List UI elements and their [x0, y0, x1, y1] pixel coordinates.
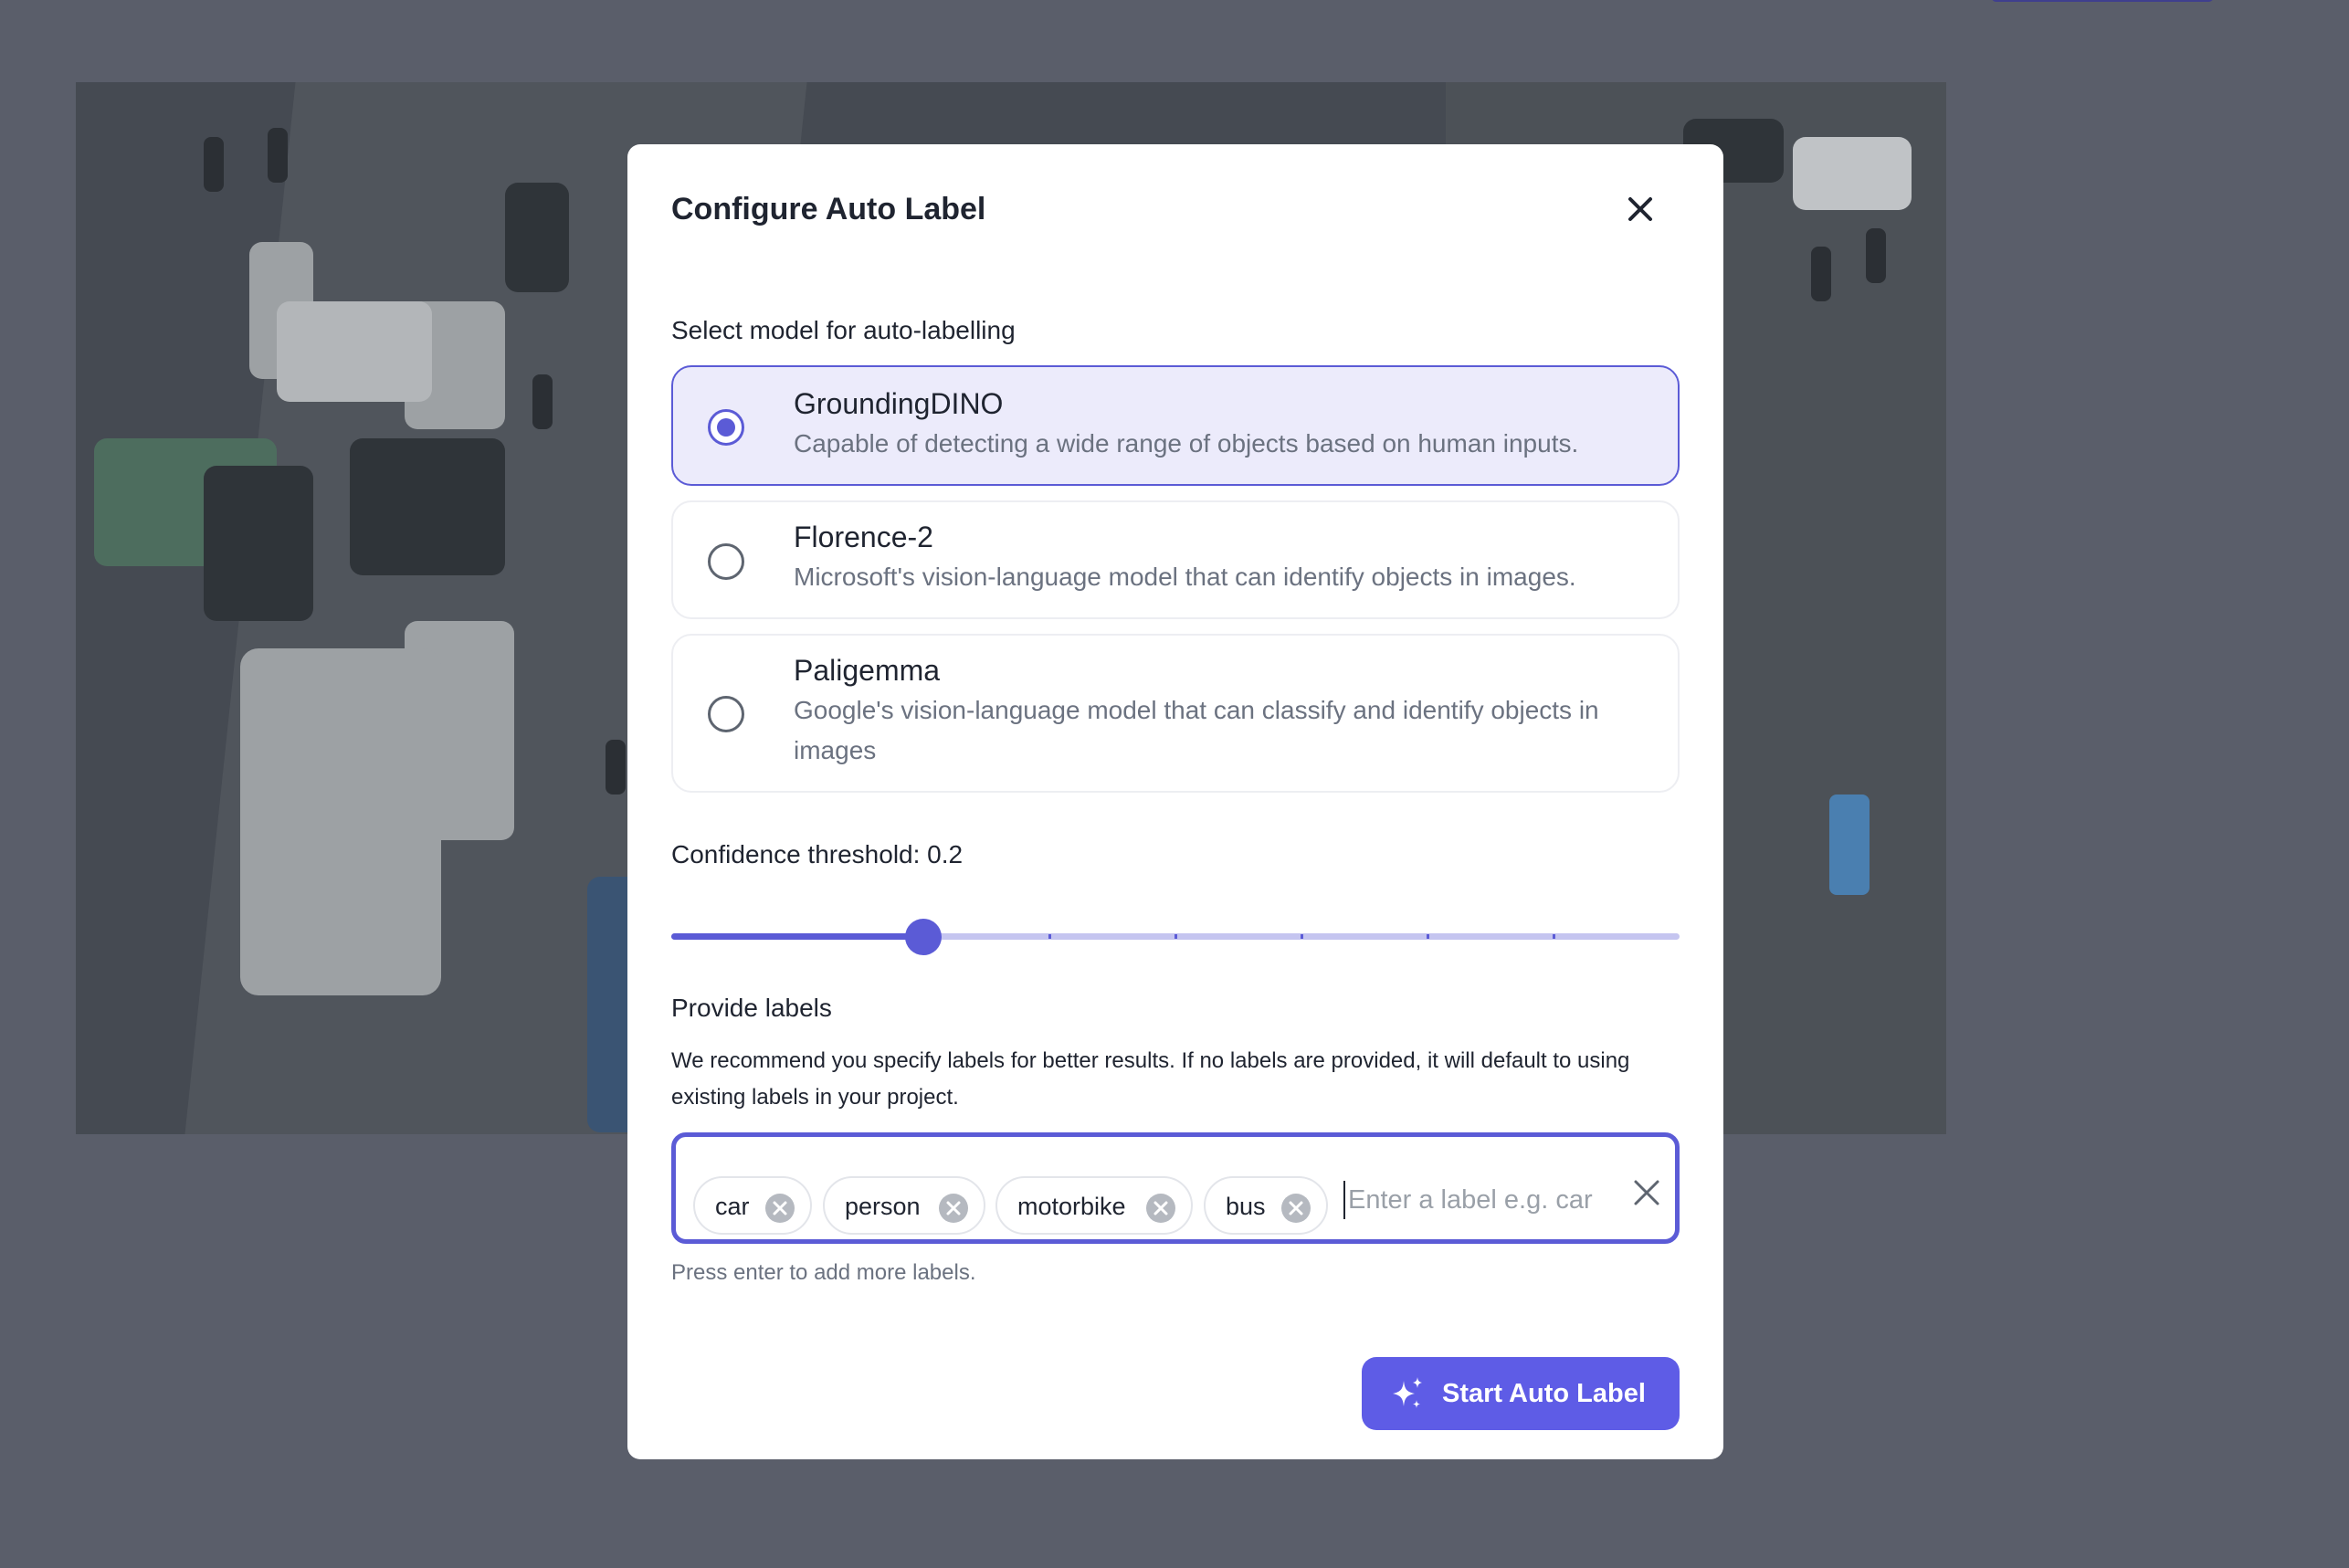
start-auto-label-button[interactable]: Start Auto Label: [1362, 1357, 1680, 1430]
model-option-paligemma[interactable]: Paligemma Google's vision-language model…: [671, 634, 1680, 793]
label-chip: car: [693, 1176, 812, 1235]
model-option-description: Microsoft's vision-language model that c…: [794, 563, 1576, 591]
slider-tick: [1174, 934, 1177, 939]
header-button-partial: [1991, 0, 2214, 2]
circle-x-icon-svg: [939, 1194, 968, 1223]
circle-x-icon[interactable]: [1145, 1193, 1176, 1224]
slider-tick: [796, 934, 799, 939]
labels-section-description: We recommend you specify labels for bett…: [671, 1048, 1630, 1110]
circle-x-icon[interactable]: [764, 1193, 795, 1224]
sparkles-icon: [1389, 1375, 1426, 1412]
model-section-label: Select model for auto-labelling: [671, 316, 1016, 344]
model-option-florence-2[interactable]: Florence-2 Microsoft's vision-language m…: [671, 500, 1680, 619]
label-chip: bus: [1204, 1176, 1328, 1235]
labels-input-box[interactable]: car person motorbike bus: [671, 1132, 1680, 1244]
slider-thumb[interactable]: [905, 919, 942, 955]
circle-x-icon-svg: [765, 1194, 795, 1223]
circle-x-icon[interactable]: [938, 1193, 969, 1224]
label-chip: motorbike: [995, 1176, 1193, 1235]
close-icon[interactable]: [1631, 1177, 1662, 1208]
model-option-groundingdino[interactable]: GroundingDINO Capable of detecting a wid…: [671, 365, 1680, 486]
slider-tick: [1301, 934, 1303, 939]
configure-auto-label-dialog: Configure Auto Label Select model for au…: [627, 144, 1723, 1459]
confidence-slider[interactable]: [671, 908, 1680, 963]
clear-labels-icon-svg: [1634, 1180, 1659, 1205]
label-chip-text: bus: [1226, 1193, 1266, 1220]
slider-tick: [1427, 934, 1429, 939]
label-chip-text: person: [845, 1193, 921, 1220]
label-chip-text: motorbike: [1017, 1193, 1126, 1220]
slider-tick: [1553, 934, 1555, 939]
circle-x-icon-svg: [1146, 1194, 1175, 1223]
label-chip: person: [823, 1176, 985, 1235]
model-option-description: Google's vision-language model that can …: [794, 696, 1599, 764]
sparkles-icon-svg: [1393, 1377, 1422, 1408]
radio-selected-icon[interactable]: [708, 409, 744, 446]
labels-helper-text: Press enter to add more labels.: [671, 1260, 976, 1285]
dialog-title: Configure Auto Label: [671, 192, 986, 226]
radio-dot: [717, 418, 735, 437]
label-text-input[interactable]: [1343, 1181, 1627, 1219]
model-option-description: Capable of detecting a wide range of obj…: [794, 429, 1579, 458]
close-icon[interactable]: [1623, 192, 1659, 228]
start-auto-label-text: Start Auto Label: [1442, 1379, 1646, 1408]
model-option-name: GroundingDINO: [794, 387, 1004, 420]
model-option-name: Florence-2: [794, 521, 933, 553]
labels-section-title: Provide labels: [671, 994, 832, 1022]
label-chip-text: car: [715, 1193, 750, 1220]
radio-icon[interactable]: [708, 696, 744, 732]
close-icon-svg: [1628, 197, 1652, 221]
radio-icon[interactable]: [708, 543, 744, 580]
circle-x-icon-svg: [1281, 1194, 1311, 1223]
circle-x-icon[interactable]: [1280, 1193, 1311, 1224]
slider-tick: [1048, 934, 1051, 939]
model-option-name: Paligemma: [794, 654, 941, 687]
confidence-threshold-label: Confidence threshold: 0.2: [671, 840, 964, 868]
